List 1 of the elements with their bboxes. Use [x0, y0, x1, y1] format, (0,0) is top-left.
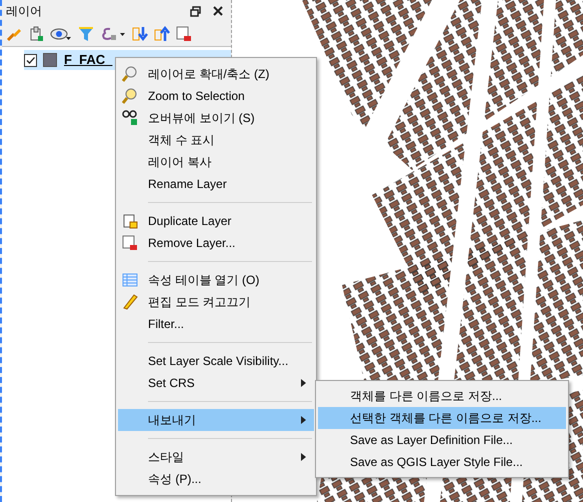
panel-title: 레이어: [6, 3, 43, 20]
